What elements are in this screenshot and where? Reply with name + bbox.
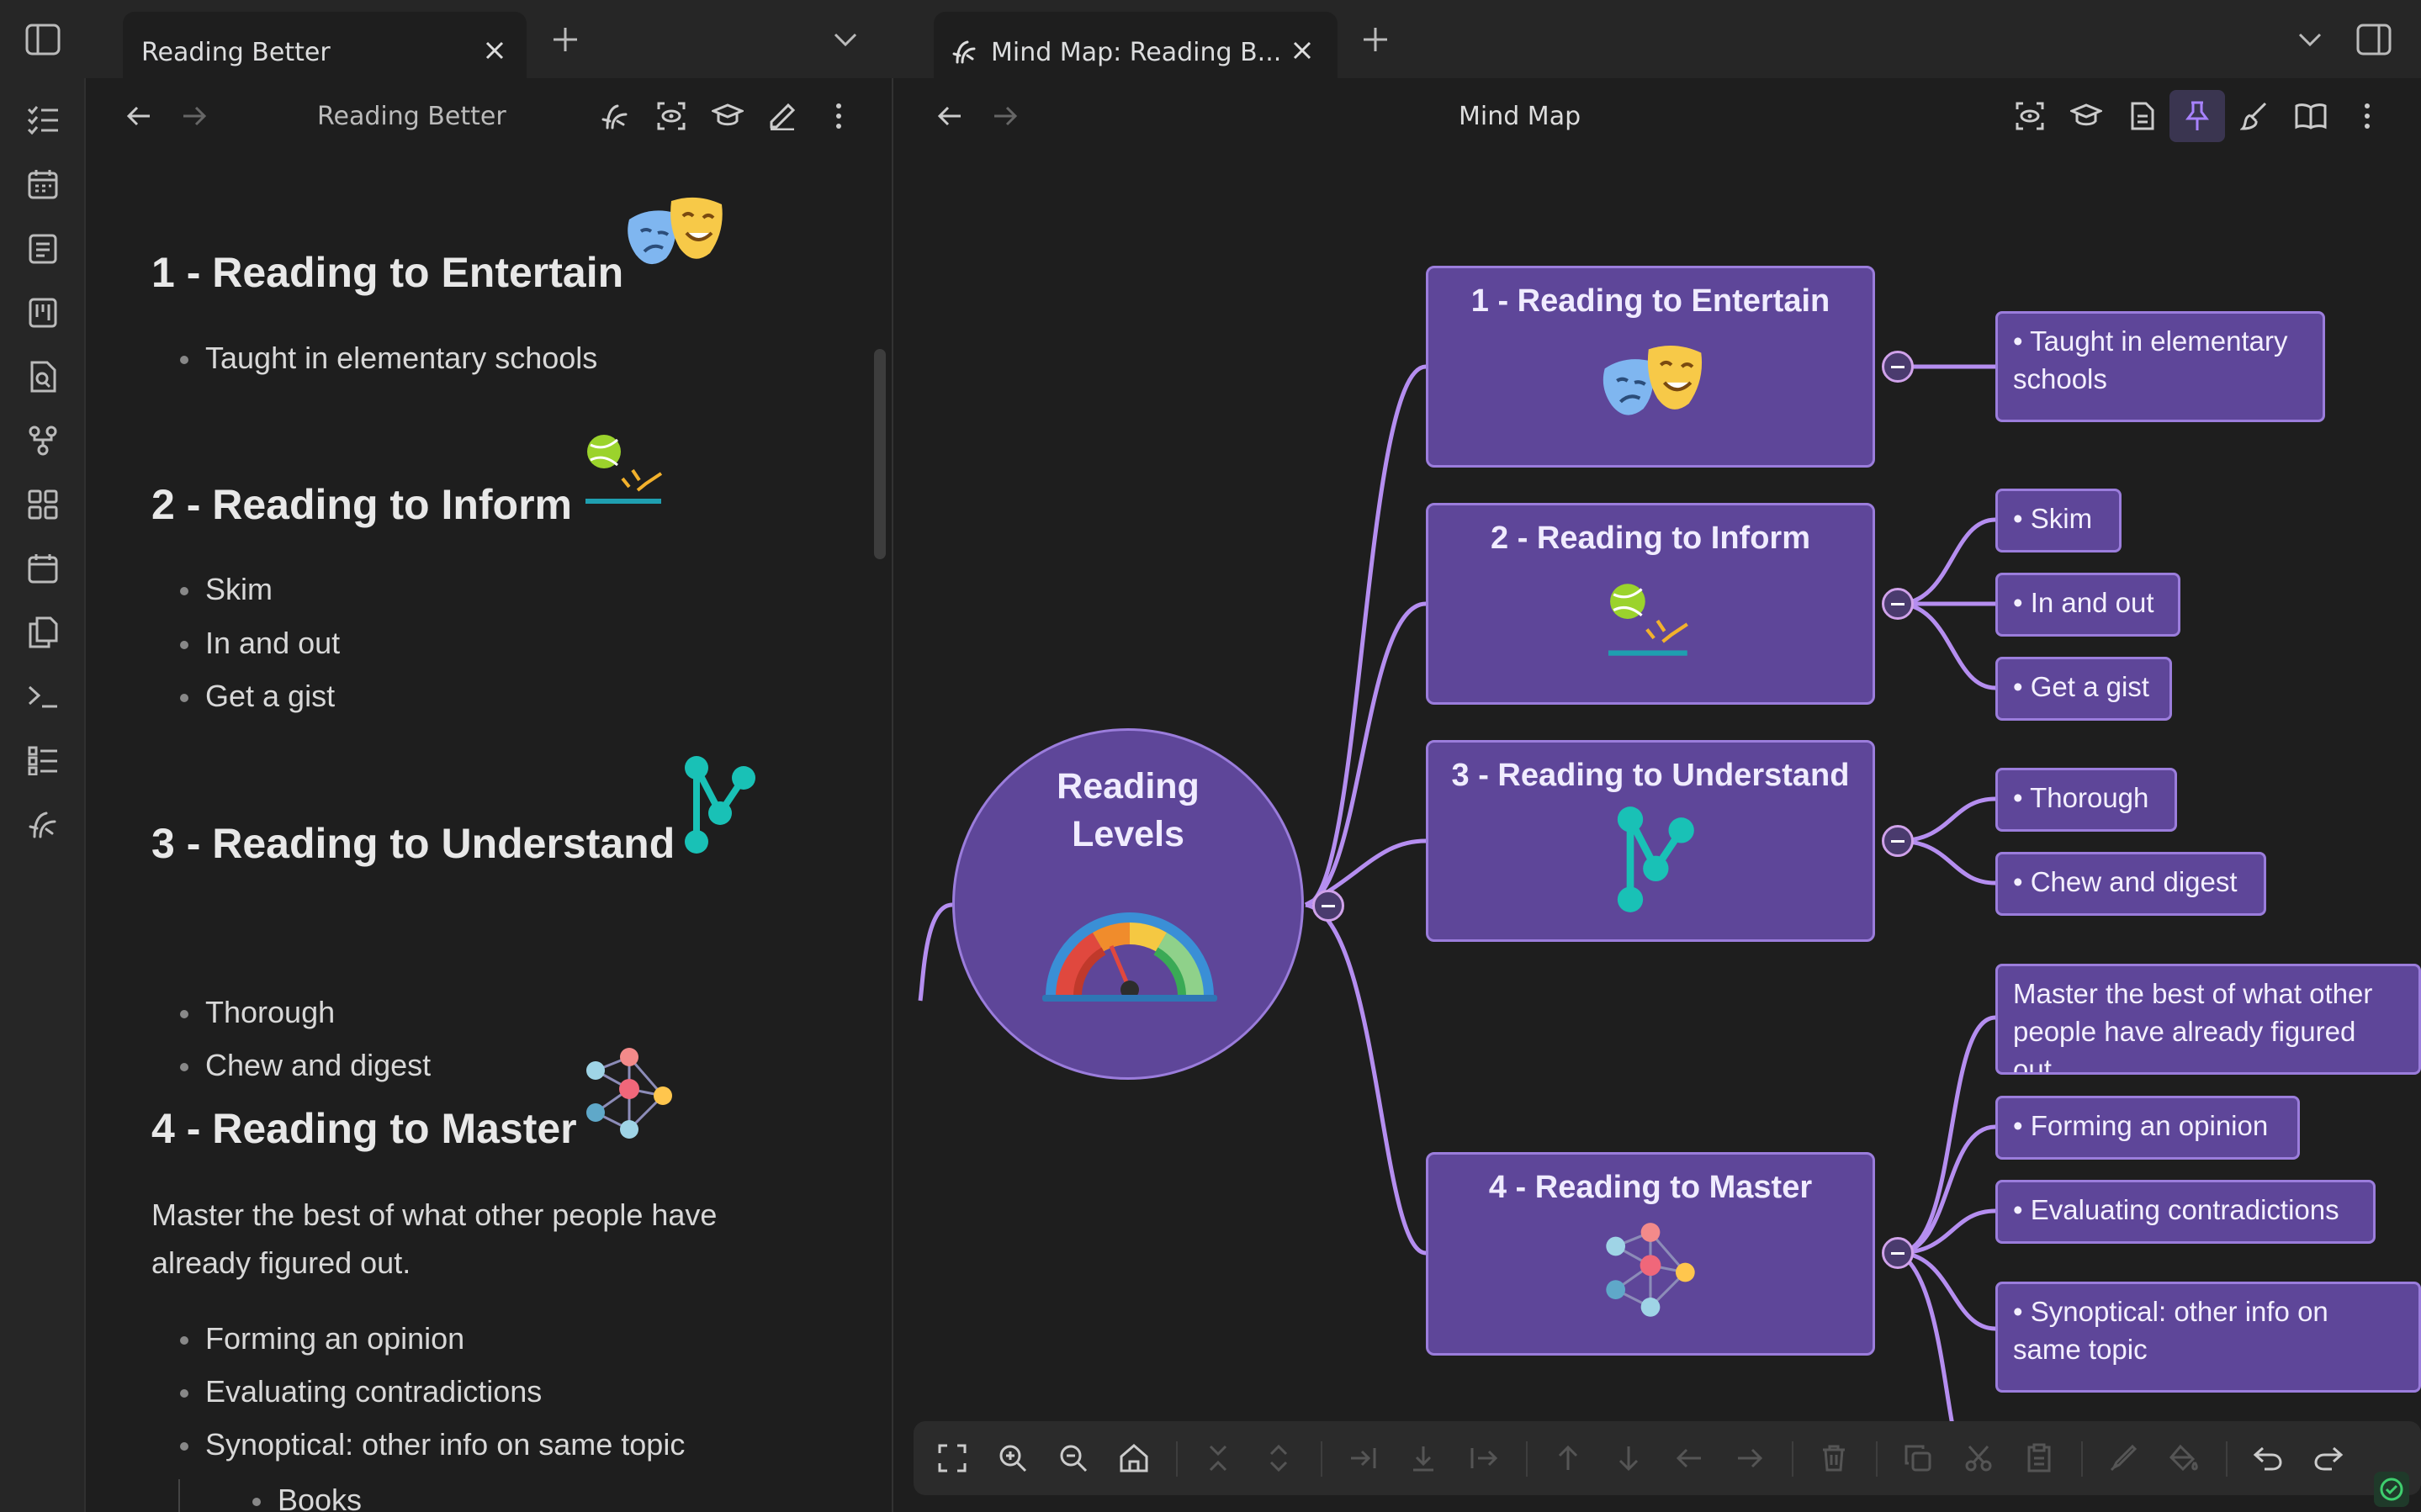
mind-map-leaf-node[interactable]: • Forming an opinion: [1995, 1096, 2300, 1160]
branch-title: 2 - Reading to Inform: [1491, 521, 1810, 556]
branch-title: 1 - Reading to Entertain: [1470, 283, 1830, 319]
zoom-in-icon[interactable]: [993, 1438, 1033, 1478]
toolbar-separator: [2226, 1441, 2228, 1477]
mind-map-leaf-node[interactable]: • Taught in elementary schools: [1995, 311, 2325, 422]
undo-icon[interactable]: [2248, 1438, 2288, 1478]
branch-title: 3 - Reading to Understand: [1451, 758, 1850, 793]
fill-bucket-icon[interactable]: [2164, 1438, 2204, 1478]
mind-map-toolbar: [914, 1421, 2421, 1495]
mind-map-branch-node[interactable]: 4 - Reading to Master: [1426, 1152, 1875, 1356]
toolbar-separator: [2081, 1441, 2083, 1477]
mind-map-root-node[interactable]: Reading Levels: [952, 728, 1304, 1080]
toolbar-separator: [1321, 1441, 1322, 1477]
redo-icon[interactable]: [2308, 1438, 2349, 1478]
move-right-icon[interactable]: [1730, 1438, 1770, 1478]
add-child-icon[interactable]: [1343, 1438, 1383, 1478]
mind-map-leaf-node[interactable]: Master the best of what other people hav…: [1995, 964, 2421, 1075]
move-left-icon[interactable]: [1669, 1438, 1709, 1478]
expand-all-icon[interactable]: [1258, 1438, 1299, 1478]
network-icon: [1598, 1220, 1703, 1324]
toolbar-separator: [1876, 1441, 1878, 1477]
theater-masks-icon: [1597, 342, 1709, 426]
sync-status-check-icon[interactable]: [2374, 1472, 2409, 1507]
move-down-icon[interactable]: [1608, 1438, 1649, 1478]
toolbar-separator: [1792, 1441, 1793, 1477]
mind-map-branch-node[interactable]: 1 - Reading to Entertain: [1426, 266, 1875, 468]
move-up-icon[interactable]: [1548, 1438, 1588, 1478]
collapse-branch-toggle[interactable]: [1882, 1237, 1914, 1269]
mind-map-leaf-node[interactable]: • Get a gist: [1995, 657, 2172, 721]
mind-map-leaf-node[interactable]: • Chew and digest: [1995, 852, 2266, 916]
mind-map-leaf-node[interactable]: • Thorough: [1995, 768, 2177, 832]
paste-icon[interactable]: [2019, 1438, 2059, 1478]
zoom-out-icon[interactable]: [1053, 1438, 1094, 1478]
mind-map-leaf-node[interactable]: • Synoptical: other info on same topic: [1995, 1282, 2421, 1393]
delete-icon[interactable]: [1814, 1438, 1854, 1478]
ball-bounce-icon: [1608, 579, 1693, 660]
collapse-all-icon[interactable]: [1198, 1438, 1238, 1478]
collapse-branch-toggle[interactable]: [1882, 351, 1914, 383]
gauge-icon: [1037, 896, 1222, 1005]
collapse-branch-toggle[interactable]: [1882, 825, 1914, 857]
toolbar-separator: [1176, 1441, 1178, 1477]
mind-map-leaf-node[interactable]: • In and out: [1995, 573, 2180, 637]
toolbar-separator: [1526, 1441, 1528, 1477]
collapse-root-toggle[interactable]: [1312, 890, 1344, 922]
mind-map-branch-node[interactable]: 2 - Reading to Inform: [1426, 503, 1875, 705]
root-node-title: Reading Levels: [1057, 766, 1200, 854]
add-sibling-icon[interactable]: [1403, 1438, 1444, 1478]
cut-icon[interactable]: [1958, 1438, 1999, 1478]
mind-map-leaf-node[interactable]: • Evaluating contradictions: [1995, 1180, 2376, 1244]
pen-icon[interactable]: [2103, 1438, 2143, 1478]
home-icon[interactable]: [1114, 1438, 1154, 1478]
collapse-branch-toggle[interactable]: [1882, 588, 1914, 620]
mind-map-leaf-node[interactable]: • Skim: [1995, 489, 2122, 552]
mind-map-branch-node[interactable]: 3 - Reading to Understand: [1426, 740, 1875, 942]
branch-title: 4 - Reading to Master: [1488, 1170, 1813, 1205]
fit-screen-icon[interactable]: [932, 1438, 972, 1478]
add-parent-icon[interactable]: [1464, 1438, 1504, 1478]
copy-icon[interactable]: [1898, 1438, 1938, 1478]
branch-nodes-icon: [1608, 805, 1696, 914]
